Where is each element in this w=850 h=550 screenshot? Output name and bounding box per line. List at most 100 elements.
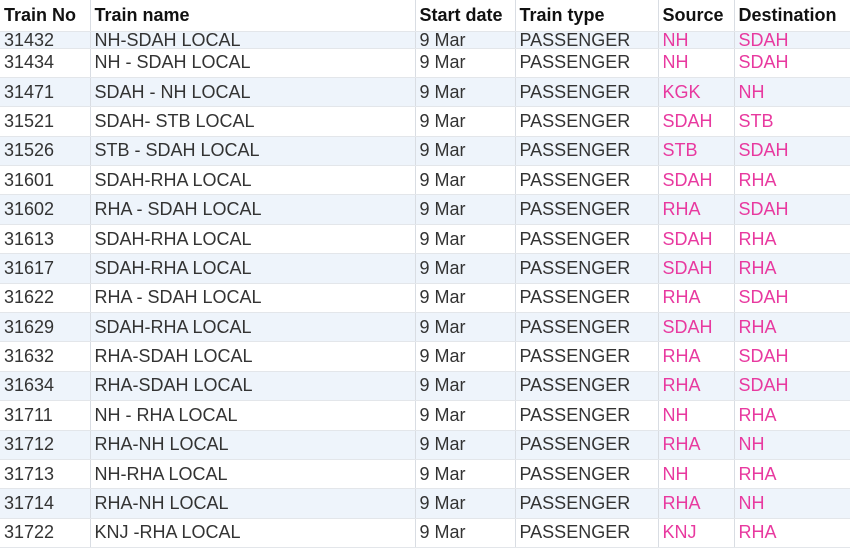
train-name-cell: RHA-SDAH LOCAL bbox=[90, 341, 416, 372]
source-cell: NH bbox=[658, 31, 735, 49]
start-date-cell: 9 Mar bbox=[415, 312, 516, 343]
table-row[interactable]: 31526 STB - SDAH LOCAL 9 Mar PASSENGER STB SD… bbox=[0, 136, 850, 167]
start-date-cell: 9 Mar bbox=[415, 400, 516, 431]
train-type-cell: PASSENGER bbox=[515, 283, 659, 314]
start-date-cell: 9 Mar bbox=[415, 31, 516, 49]
destination-cell: RHA bbox=[734, 165, 850, 196]
train-no-cell: 31521 bbox=[0, 106, 91, 137]
source-cell: RHA bbox=[658, 488, 735, 519]
table-body: 31432 NH-SDAH LOCAL 9 Mar PASSENGER NH SDAH 31… bbox=[0, 31, 850, 549]
train-no-cell: 31713 bbox=[0, 459, 91, 490]
table-row[interactable]: 31722 KNJ -RHA LOCAL 9 Mar PASSENGER KNJ RHA bbox=[0, 518, 850, 549]
destination-cell: NH bbox=[734, 488, 850, 519]
train-type-cell: PASSENGER bbox=[515, 48, 659, 78]
train-name-cell: STB - SDAH LOCAL bbox=[90, 136, 416, 167]
column-header-destination[interactable]: Destination bbox=[734, 0, 850, 32]
start-date-cell: 9 Mar bbox=[415, 165, 516, 196]
source-cell: NH bbox=[658, 48, 735, 78]
column-header-train-no[interactable]: Train No bbox=[0, 0, 91, 32]
train-no-cell: 31634 bbox=[0, 371, 91, 402]
train-name-cell: RHA-SDAH LOCAL bbox=[90, 371, 416, 402]
start-date-cell: 9 Mar bbox=[415, 106, 516, 137]
source-cell: RHA bbox=[658, 430, 735, 460]
destination-cell: SDAH bbox=[734, 136, 850, 167]
train-no-cell: 31712 bbox=[0, 430, 91, 460]
table-row[interactable]: 31602 RHA - SDAH LOCAL 9 Mar PASSENGER RHA SD… bbox=[0, 194, 850, 225]
destination-cell: SDAH bbox=[734, 341, 850, 372]
table-header: Train No Train name Start date Train typ… bbox=[0, 0, 850, 32]
train-type-cell: PASSENGER bbox=[515, 136, 659, 167]
train-no-cell: 31601 bbox=[0, 165, 91, 196]
table-row[interactable]: 31471 SDAH - NH LOCAL 9 Mar PASSENGER KGK NH bbox=[0, 77, 850, 108]
train-name-cell: KNJ -RHA LOCAL bbox=[90, 518, 416, 549]
train-name-cell: SDAH-RHA LOCAL bbox=[90, 312, 416, 343]
start-date-cell: 9 Mar bbox=[415, 341, 516, 372]
train-type-cell: PASSENGER bbox=[515, 371, 659, 402]
start-date-cell: 9 Mar bbox=[415, 194, 516, 225]
source-cell: SDAH bbox=[658, 253, 735, 284]
source-cell: RHA bbox=[658, 341, 735, 372]
train-name-cell: SDAH - NH LOCAL bbox=[90, 77, 416, 108]
destination-cell: NH bbox=[734, 77, 850, 108]
table-row[interactable]: 31434 NH - SDAH LOCAL 9 Mar PASSENGER NH SDAH bbox=[0, 48, 850, 78]
table-row[interactable]: 31601 SDAH-RHA LOCAL 9 Mar PASSENGER SDAH RHA bbox=[0, 165, 850, 196]
destination-cell: SDAH bbox=[734, 283, 850, 314]
source-cell: KGK bbox=[658, 77, 735, 108]
table-row[interactable]: 31521 SDAH- STB LOCAL 9 Mar PASSENGER SDAH ST… bbox=[0, 106, 850, 137]
column-header-train-type[interactable]: Train type bbox=[515, 0, 659, 32]
header-row: Train No Train name Start date Train typ… bbox=[0, 0, 850, 32]
train-type-cell: PASSENGER bbox=[515, 165, 659, 196]
column-header-start-date[interactable]: Start date bbox=[415, 0, 516, 32]
train-type-cell: PASSENGER bbox=[515, 253, 659, 284]
table-row[interactable]: 31622 RHA - SDAH LOCAL 9 Mar PASSENGER RHA SD… bbox=[0, 283, 850, 314]
column-header-source[interactable]: Source bbox=[658, 0, 735, 32]
start-date-cell: 9 Mar bbox=[415, 459, 516, 490]
train-name-cell: SDAH-RHA LOCAL bbox=[90, 224, 416, 255]
source-cell: SDAH bbox=[658, 312, 735, 343]
destination-cell: NH bbox=[734, 430, 850, 460]
source-cell: NH bbox=[658, 459, 735, 490]
train-name-cell: SDAH-RHA LOCAL bbox=[90, 165, 416, 196]
train-type-cell: PASSENGER bbox=[515, 194, 659, 225]
start-date-cell: 9 Mar bbox=[415, 77, 516, 108]
train-type-cell: PASSENGER bbox=[515, 488, 659, 519]
table-row[interactable]: 31713 NH-RHA LOCAL 9 Mar PASSENGER NH RHA bbox=[0, 459, 850, 490]
train-name-cell: NH - SDAH LOCAL bbox=[90, 48, 416, 78]
source-cell: RHA bbox=[658, 194, 735, 225]
train-type-cell: PASSENGER bbox=[515, 106, 659, 137]
table-row[interactable]: 31629 SDAH-RHA LOCAL 9 Mar PASSENGER SDAH RHA bbox=[0, 312, 850, 343]
table-row[interactable]: 31432 NH-SDAH LOCAL 9 Mar PASSENGER NH SDAH bbox=[0, 31, 850, 49]
train-no-cell: 31613 bbox=[0, 224, 91, 255]
table-row[interactable]: 31711 NH - RHA LOCAL 9 Mar PASSENGER NH RHA bbox=[0, 400, 850, 431]
train-type-cell: PASSENGER bbox=[515, 341, 659, 372]
source-cell: SDAH bbox=[658, 224, 735, 255]
source-cell: RHA bbox=[658, 371, 735, 402]
trains-table: Train No Train name Start date Train typ… bbox=[0, 0, 850, 549]
table-row[interactable]: 31617 SDAH-RHA LOCAL 9 Mar PASSENGER SDAH RHA bbox=[0, 253, 850, 284]
trains-table-container: Train No Train name Start date Train typ… bbox=[0, 0, 850, 550]
start-date-cell: 9 Mar bbox=[415, 430, 516, 460]
train-no-cell: 31622 bbox=[0, 283, 91, 314]
table-row[interactable]: 31632 RHA-SDAH LOCAL 9 Mar PASSENGER RHA SDAH bbox=[0, 341, 850, 372]
train-name-cell: RHA-NH LOCAL bbox=[90, 488, 416, 519]
train-name-cell: SDAH-RHA LOCAL bbox=[90, 253, 416, 284]
train-no-cell: 31632 bbox=[0, 341, 91, 372]
column-header-train-name[interactable]: Train name bbox=[90, 0, 416, 32]
table-row[interactable]: 31712 RHA-NH LOCAL 9 Mar PASSENGER RHA NH bbox=[0, 430, 850, 460]
start-date-cell: 9 Mar bbox=[415, 518, 516, 549]
train-no-cell: 31602 bbox=[0, 194, 91, 225]
source-cell: SDAH bbox=[658, 106, 735, 137]
train-type-cell: PASSENGER bbox=[515, 400, 659, 431]
train-type-cell: PASSENGER bbox=[515, 31, 659, 49]
start-date-cell: 9 Mar bbox=[415, 136, 516, 167]
table-row[interactable]: 31634 RHA-SDAH LOCAL 9 Mar PASSENGER RHA SDAH bbox=[0, 371, 850, 402]
train-type-cell: PASSENGER bbox=[515, 518, 659, 549]
table-row[interactable]: 31613 SDAH-RHA LOCAL 9 Mar PASSENGER SDAH RHA bbox=[0, 224, 850, 255]
train-name-cell: RHA - SDAH LOCAL bbox=[90, 283, 416, 314]
table-row[interactable]: 31714 RHA-NH LOCAL 9 Mar PASSENGER RHA NH bbox=[0, 488, 850, 519]
train-no-cell: 31722 bbox=[0, 518, 91, 549]
start-date-cell: 9 Mar bbox=[415, 371, 516, 402]
train-no-cell: 31711 bbox=[0, 400, 91, 431]
train-name-cell: NH-SDAH LOCAL bbox=[90, 31, 416, 49]
destination-cell: RHA bbox=[734, 224, 850, 255]
